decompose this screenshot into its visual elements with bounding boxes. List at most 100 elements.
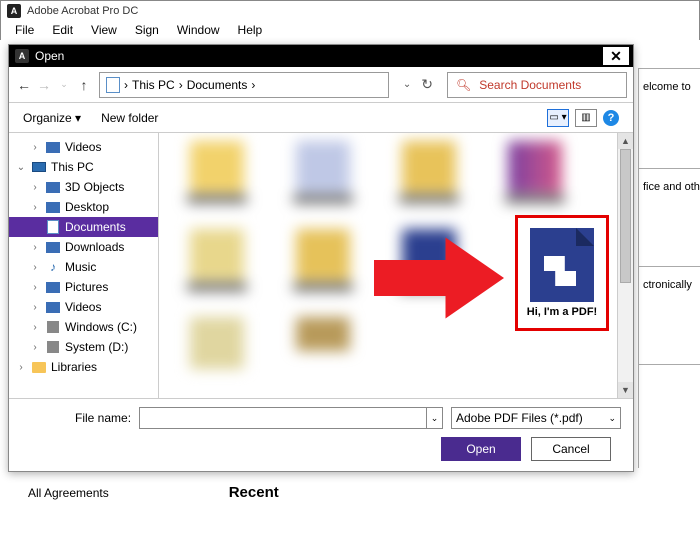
- tree-item-this-pc[interactable]: ⌄ This PC: [9, 157, 158, 177]
- filename-dropdown-icon[interactable]: ⌄: [426, 408, 442, 428]
- below-content: All Agreements Recent: [0, 478, 700, 507]
- tree-item-label: This PC: [51, 160, 94, 174]
- breadcrumb-this-pc[interactable]: This PC: [132, 78, 175, 92]
- red-arrow-annotation: [374, 233, 504, 323]
- expand-icon[interactable]: ›: [15, 362, 27, 373]
- app-title: Adobe Acrobat Pro DC: [27, 5, 138, 17]
- right-panel-item: elcome to: [639, 69, 700, 169]
- tree-item-label: Libraries: [51, 360, 97, 374]
- organize-button[interactable]: Organize ▾: [23, 111, 81, 125]
- file-area: Hi, I'm a PDF! ▲ ▼: [159, 133, 633, 398]
- monitor-icon: [31, 160, 47, 174]
- doc-icon: [45, 220, 61, 234]
- expand-icon[interactable]: ›: [29, 242, 41, 253]
- all-agreements-label[interactable]: All Agreements: [28, 486, 109, 500]
- cancel-button[interactable]: Cancel: [531, 437, 611, 461]
- acrobat-icon: A: [15, 49, 29, 63]
- tree-item-label: Videos: [65, 300, 101, 314]
- toolbar-row: Organize ▾ New folder ▭ ▾ ▥ ?: [9, 103, 633, 133]
- expand-icon[interactable]: ›: [29, 262, 41, 273]
- gray-icon: [45, 340, 61, 354]
- expand-icon[interactable]: ›: [29, 342, 41, 353]
- tree-item-pictures[interactable]: › Pictures: [9, 277, 158, 297]
- right-panel-item: ctronically: [639, 267, 700, 365]
- tree-item-label: Windows (C:): [65, 320, 137, 334]
- menu-edit[interactable]: Edit: [44, 21, 81, 39]
- tree-item-label: Downloads: [65, 240, 124, 254]
- expand-icon[interactable]: ›: [29, 282, 41, 293]
- new-folder-button[interactable]: New folder: [101, 111, 158, 125]
- menu-help[interactable]: Help: [230, 21, 271, 39]
- filetype-dropdown[interactable]: Adobe PDF Files (*.pdf) ⌄: [451, 407, 621, 429]
- forward-button[interactable]: →: [35, 74, 53, 96]
- tree-item-documents[interactable]: Documents: [9, 217, 158, 237]
- app-titlebar: A Adobe Acrobat Pro DC: [0, 0, 700, 20]
- filename-label: File name:: [75, 411, 131, 425]
- up-button[interactable]: ↑: [75, 74, 93, 96]
- tree-item-label: System (D:): [65, 340, 128, 354]
- tree-item-videos[interactable]: › Videos: [9, 137, 158, 157]
- tree-item-music[interactable]: ›Music: [9, 257, 158, 277]
- expand-icon[interactable]: ⌄: [15, 162, 27, 173]
- tree-item-libraries[interactable]: › Libraries: [9, 357, 158, 377]
- menu-view[interactable]: View: [83, 21, 125, 39]
- close-button[interactable]: ✕: [603, 47, 629, 65]
- tree-item-system-d-[interactable]: › System (D:): [9, 337, 158, 357]
- breadcrumb-documents[interactable]: Documents: [187, 78, 248, 92]
- back-button[interactable]: ←: [15, 74, 33, 96]
- tree-item-videos[interactable]: › Videos: [9, 297, 158, 317]
- menu-file[interactable]: File: [7, 21, 42, 39]
- scrollbar[interactable]: ▲ ▼: [617, 133, 633, 398]
- expand-icon[interactable]: ›: [29, 202, 41, 213]
- expand-icon[interactable]: ›: [29, 302, 41, 313]
- recent-heading: Recent: [229, 484, 279, 501]
- music-icon: [45, 260, 61, 274]
- expand-icon[interactable]: ›: [29, 142, 41, 153]
- folder-icon: [31, 360, 47, 374]
- search-placeholder: Search Documents: [479, 78, 581, 92]
- blue-icon: [45, 140, 61, 154]
- tree-item-3d-objects[interactable]: › 3D Objects: [9, 177, 158, 197]
- scroll-thumb[interactable]: [620, 149, 631, 283]
- search-icon: 🔍︎: [456, 78, 471, 92]
- pdf-file-icon: [530, 228, 594, 302]
- dialog-bottom: File name: ⌄ Adobe PDF Files (*.pdf) ⌄ O…: [9, 398, 633, 471]
- preview-pane-button[interactable]: ▥: [575, 109, 597, 127]
- nav-arrows: ← → ⌄ ↑: [15, 74, 93, 96]
- scroll-up-icon[interactable]: ▲: [618, 133, 633, 149]
- scroll-down-icon[interactable]: ▼: [618, 382, 633, 398]
- blue-icon: [45, 200, 61, 214]
- open-dialog: A Open ✕ ← → ⌄ ↑ › This PC › Documents ›…: [8, 44, 634, 472]
- blue-icon: [45, 180, 61, 194]
- tree-item-label: 3D Objects: [65, 180, 124, 194]
- right-panel: elcome to fice and other ctronically: [638, 68, 700, 468]
- menu-sign[interactable]: Sign: [127, 21, 167, 39]
- open-button[interactable]: Open: [441, 437, 521, 461]
- address-dropdown-icon[interactable]: ⌄: [403, 79, 411, 90]
- chevron-down-icon: ⌄: [608, 413, 616, 424]
- tree-item-label: Desktop: [65, 200, 109, 214]
- tree-item-label: Documents: [65, 220, 126, 234]
- help-icon[interactable]: ?: [603, 110, 619, 126]
- tree-item-downloads[interactable]: › Downloads: [9, 237, 158, 257]
- highlighted-file[interactable]: Hi, I'm a PDF!: [515, 215, 609, 331]
- search-box[interactable]: 🔍︎ Search Documents: [447, 72, 627, 98]
- expand-icon[interactable]: ›: [29, 182, 41, 193]
- address-bar[interactable]: › This PC › Documents ›: [99, 72, 389, 98]
- menu-window[interactable]: Window: [169, 21, 228, 39]
- view-mode-button[interactable]: ▭ ▾: [547, 109, 569, 127]
- refresh-icon[interactable]: ↻: [421, 76, 433, 93]
- dialog-title: Open: [35, 49, 64, 63]
- tree-item-desktop[interactable]: › Desktop: [9, 197, 158, 217]
- expand-icon[interactable]: ›: [29, 322, 41, 333]
- tree-item-label: Videos: [65, 140, 101, 154]
- tree-item-windows-c-[interactable]: › Windows (C:): [9, 317, 158, 337]
- documents-icon: [106, 77, 120, 93]
- nav-row: ← → ⌄ ↑ › This PC › Documents › ⌄ ↻ 🔍︎ S…: [9, 67, 633, 103]
- tree-item-label: Pictures: [65, 280, 108, 294]
- filename-input[interactable]: ⌄: [139, 407, 443, 429]
- blue-icon: [45, 240, 61, 254]
- recent-dropdown[interactable]: ⌄: [55, 74, 73, 96]
- right-panel-item: fice and other: [639, 169, 700, 267]
- blue-icon: [45, 280, 61, 294]
